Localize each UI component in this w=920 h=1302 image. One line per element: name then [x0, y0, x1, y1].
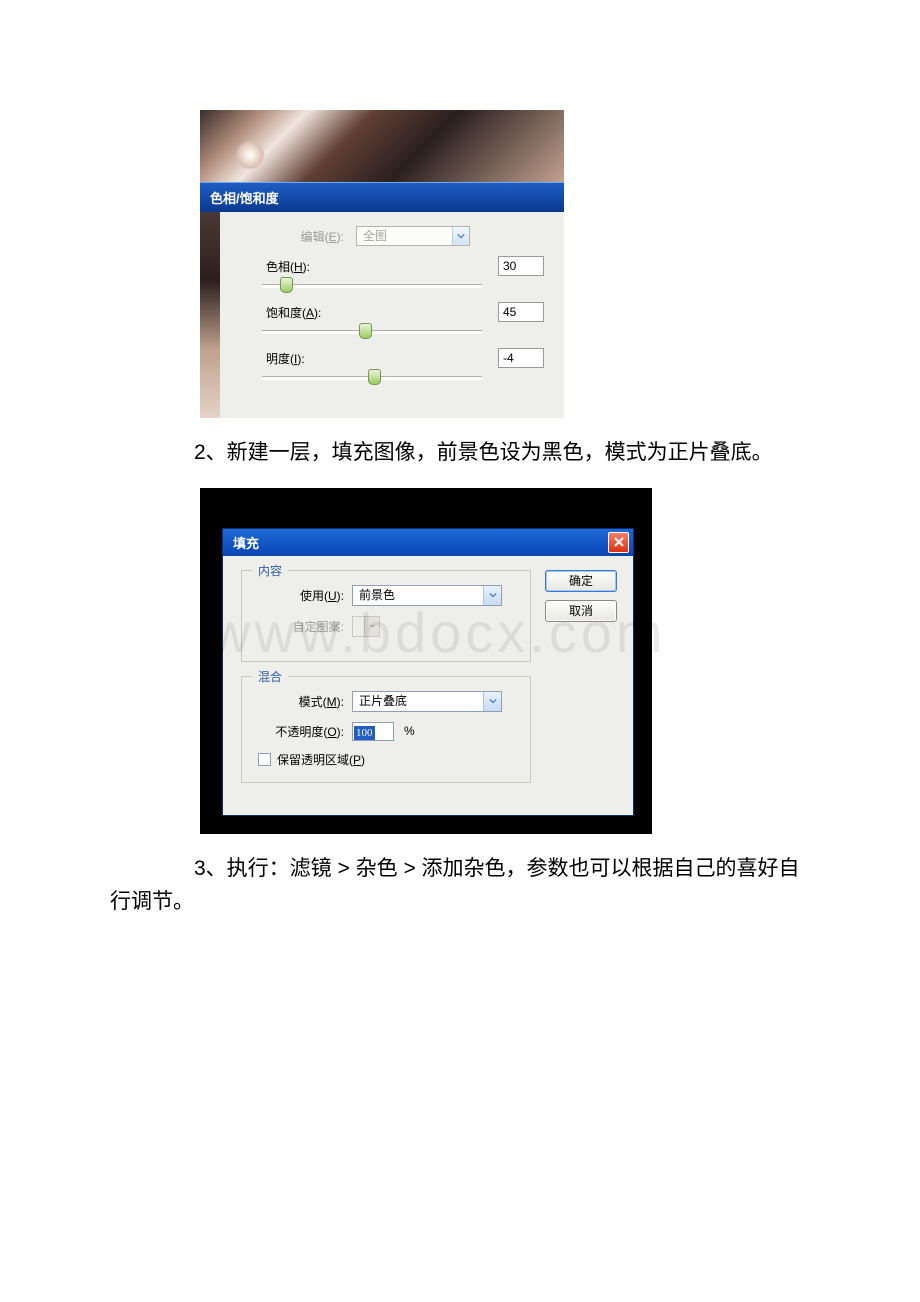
use-value: 前景色: [353, 588, 395, 602]
slider-thumb-icon[interactable]: [359, 323, 372, 339]
step-2-text: 2、新建一层，填充图像，前景色设为黑色，模式为正片叠底。: [0, 436, 920, 470]
use-label: 使用(U):: [258, 587, 344, 604]
hue-slider[interactable]: [262, 276, 482, 292]
slider-thumb-icon[interactable]: [368, 369, 381, 385]
pattern-picker: [352, 616, 380, 637]
edit-value: 全图: [357, 229, 387, 243]
edit-label: 编辑(E):: [254, 228, 344, 245]
chevron-down-icon[interactable]: [452, 227, 469, 245]
chevron-down-icon[interactable]: [483, 692, 501, 711]
pattern-label: 自定图案:: [258, 618, 344, 635]
saturation-input[interactable]: [498, 302, 544, 322]
dialog-title-text: 填充: [233, 533, 259, 552]
mode-label: 模式(M):: [258, 693, 344, 710]
ok-button[interactable]: 确定: [545, 570, 617, 592]
photo-preview: [200, 110, 564, 182]
opacity-label: 不透明度(O):: [258, 723, 344, 740]
use-dropdown[interactable]: 前景色: [352, 585, 502, 606]
dialog-title: 色相/饱和度: [200, 182, 564, 212]
fill-dialog-screenshot: 填充 内容 使用(U): 前景色: [200, 488, 652, 834]
content-group: 内容 使用(U): 前景色 自定图案:: [241, 570, 531, 662]
mode-value: 正片叠底: [353, 694, 407, 708]
lightness-label: 明度(I):: [266, 350, 356, 367]
opacity-percent: %: [404, 724, 415, 738]
edit-dropdown[interactable]: 全图: [356, 226, 470, 246]
checkbox-icon[interactable]: [258, 753, 271, 766]
preserve-label: 保留透明区域(P): [277, 751, 365, 768]
content-legend: 内容: [252, 562, 288, 579]
cancel-button[interactable]: 取消: [545, 600, 617, 622]
close-icon[interactable]: [608, 532, 629, 553]
opacity-input[interactable]: 100: [352, 722, 394, 741]
step-3-text: 3、执行：滤镜 > 杂色 > 添加杂色，参数也可以根据自己的喜好自行调节。: [0, 852, 920, 919]
hue-input[interactable]: [498, 256, 544, 276]
mode-dropdown[interactable]: 正片叠底: [352, 691, 502, 712]
blend-group: 混合 模式(M): 正片叠底 不透明度(O): 100: [241, 676, 531, 783]
saturation-label: 饱和度(A):: [266, 304, 356, 321]
chevron-down-icon[interactable]: [483, 586, 501, 605]
slider-thumb-icon[interactable]: [280, 277, 293, 293]
lightness-input[interactable]: [498, 348, 544, 368]
dialog-titlebar[interactable]: 填充: [223, 529, 633, 556]
lightness-slider[interactable]: [262, 368, 482, 384]
chevron-down-icon: [364, 617, 379, 636]
preserve-transparency-checkbox[interactable]: 保留透明区域(P): [258, 751, 516, 768]
opacity-value: 100: [354, 726, 375, 740]
hue-saturation-screenshot: 色相/饱和度 编辑(E): 全图 色相(H): 饱和度(A):: [200, 110, 564, 418]
hue-label: 色相(H):: [266, 258, 356, 275]
saturation-slider[interactable]: [262, 322, 482, 338]
blend-legend: 混合: [252, 668, 288, 685]
